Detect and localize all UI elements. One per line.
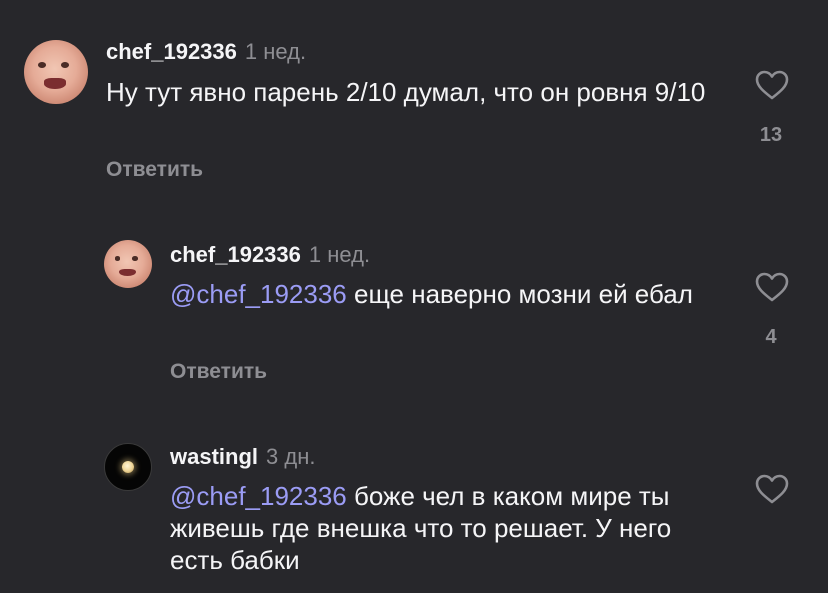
comment-header: chef_192336 1 нед. [170,241,370,269]
like-count: 4 [765,326,777,348]
like-button[interactable] [752,474,792,504]
comment-text-content: еще наверно мозни ей ебал [346,279,693,309]
like-button[interactable] [752,272,792,302]
comment-text-content: Ну тут явно парень 2/10 думал, что он ро… [106,77,706,107]
comment-username[interactable]: chef_192336 [170,242,301,267]
comment-header: chef_192336 1 нед. [106,38,306,66]
avatar-face-mouth [119,268,136,277]
like-count: 13 [759,124,783,146]
comments-thread: chef_192336 1 нед. Ну тут явно парень 2/1… [0,0,828,593]
comment-timestamp: 1 нед. [244,39,307,64]
mention-link[interactable]: @chef_192336 [170,481,347,511]
heart-outline-icon [755,474,789,504]
comment-username[interactable]: chef_192336 [106,39,237,64]
like-button[interactable] [752,70,792,100]
comment-username[interactable]: wastingl [170,444,258,469]
avatar[interactable] [104,443,152,491]
heart-outline-icon [755,70,789,100]
mention-link[interactable]: @chef_192336 [170,279,347,309]
comment-header: wastingl 3 дн. [170,443,315,471]
comment-timestamp: 1 нед. [308,242,371,267]
avatar[interactable] [24,40,88,104]
avatar-moon-orb [121,460,135,474]
avatar-face-mouth [44,78,67,89]
comment-text: Ну тут явно парень 2/10 думал, что он ро… [106,76,726,108]
comment-text: @chef_192336 боже чел в каком мире ты жи… [170,480,730,576]
reply-button[interactable]: Ответить [106,157,203,183]
heart-outline-icon [755,272,789,302]
reply-button[interactable]: Ответить [170,359,267,385]
avatar[interactable] [104,240,152,288]
comment-timestamp: 3 дн. [266,444,316,469]
comment-text: @chef_192336 еще наверно мозни ей ебал [170,278,710,310]
